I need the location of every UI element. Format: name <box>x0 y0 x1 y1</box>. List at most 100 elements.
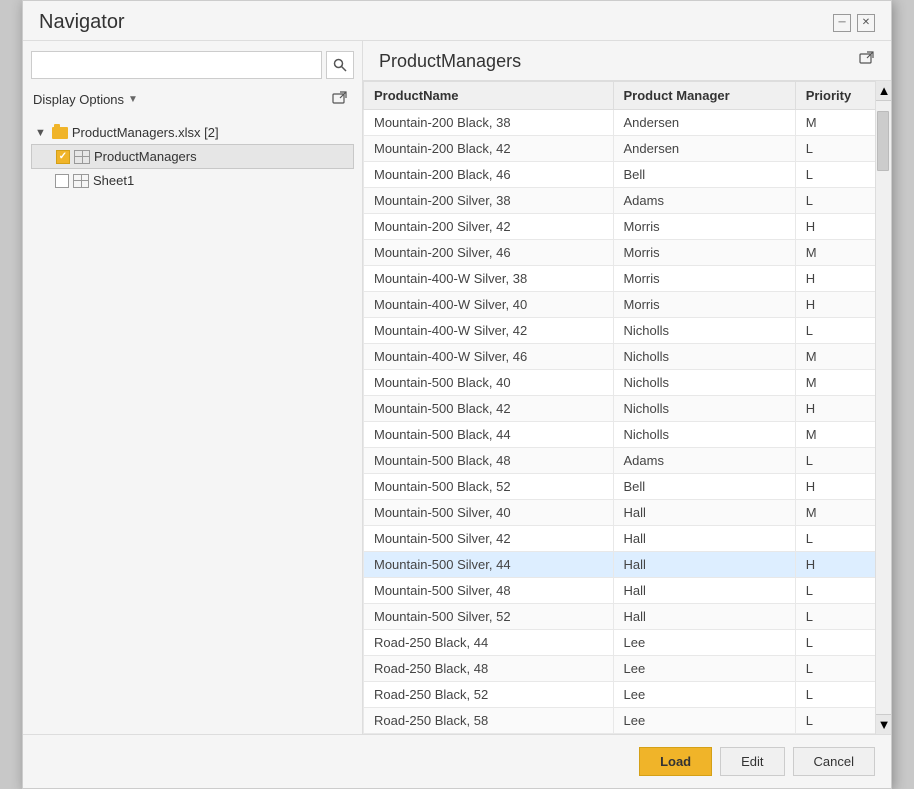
dialog-title: Navigator <box>39 11 125 34</box>
external-link-icon-right <box>859 51 875 67</box>
external-link-icon <box>332 91 348 107</box>
cell-product-name: Mountain-500 Silver, 52 <box>364 604 614 630</box>
table-icon <box>74 150 90 164</box>
table-row[interactable]: Mountain-200 Silver, 46MorrisM <box>364 240 891 266</box>
cell-product-name: Mountain-200 Black, 42 <box>364 136 614 162</box>
chevron-down-icon: ▼ <box>128 94 138 105</box>
cell-manager: Lee <box>613 656 795 682</box>
display-options-button[interactable]: Display Options ▼ <box>33 92 138 107</box>
web-view-button[interactable] <box>328 87 352 111</box>
table-row[interactable]: Mountain-500 Silver, 48HallL <box>364 578 891 604</box>
table-row[interactable]: Road-250 Black, 48LeeL <box>364 656 891 682</box>
load-button[interactable]: Load <box>639 747 712 776</box>
table-row[interactable]: Mountain-500 Black, 52BellH <box>364 474 891 500</box>
cell-manager: Hall <box>613 526 795 552</box>
cell-manager: Morris <box>613 266 795 292</box>
title-bar-controls: ─ ✕ <box>833 14 875 32</box>
scroll-up-button[interactable]: ▲ <box>876 81 891 101</box>
table-row[interactable]: Road-250 Black, 52LeeL <box>364 682 891 708</box>
cell-manager: Nicholls <box>613 318 795 344</box>
cell-product-name: Mountain-200 Black, 46 <box>364 162 614 188</box>
cell-product-name: Mountain-500 Silver, 42 <box>364 526 614 552</box>
search-icon-button[interactable] <box>326 51 354 79</box>
table-header-row: ProductName Product Manager Priority <box>364 82 891 110</box>
table-row[interactable]: Mountain-500 Black, 44NichollsM <box>364 422 891 448</box>
table-row[interactable]: Mountain-400-W Silver, 46NichollsM <box>364 344 891 370</box>
data-table-container[interactable]: ProductName Product Manager Priority Mou… <box>363 80 891 734</box>
cell-manager: Andersen <box>613 110 795 136</box>
cell-manager: Hall <box>613 578 795 604</box>
cell-product-name: Mountain-400-W Silver, 38 <box>364 266 614 292</box>
close-button[interactable]: ✕ <box>857 14 875 32</box>
cell-product-name: Road-250 Black, 52 <box>364 682 614 708</box>
cell-manager: Morris <box>613 214 795 240</box>
checkbox-product-managers[interactable] <box>56 150 70 164</box>
content-area: Display Options ▼ ▼ ProductManagers.xlsx <box>23 40 891 734</box>
display-options-row: Display Options ▼ <box>31 87 354 111</box>
tree-folder-item[interactable]: ▼ ProductManagers.xlsx [2] <box>31 121 354 144</box>
right-panel: ProductManagers ProductName Product Mana… <box>363 41 891 734</box>
table-row[interactable]: Mountain-200 Silver, 38AdamsL <box>364 188 891 214</box>
table-row[interactable]: Mountain-500 Black, 48AdamsL <box>364 448 891 474</box>
table-row[interactable]: Mountain-200 Black, 38AndersenM <box>364 110 891 136</box>
title-bar: Navigator ─ ✕ <box>23 1 891 40</box>
cell-manager: Nicholls <box>613 344 795 370</box>
cell-manager: Hall <box>613 500 795 526</box>
tree-item-label: Sheet1 <box>93 173 134 188</box>
cell-product-name: Mountain-400-W Silver, 40 <box>364 292 614 318</box>
cell-product-name: Mountain-500 Black, 48 <box>364 448 614 474</box>
table-row[interactable]: Mountain-400-W Silver, 40MorrisH <box>364 292 891 318</box>
cell-product-name: Road-250 Black, 44 <box>364 630 614 656</box>
preview-web-icon[interactable] <box>859 51 875 72</box>
cell-product-name: Mountain-500 Silver, 44 <box>364 552 614 578</box>
folder-icon <box>52 127 68 139</box>
preview-header: ProductManagers <box>363 51 891 80</box>
cell-product-name: Mountain-500 Black, 44 <box>364 422 614 448</box>
cell-manager: Morris <box>613 292 795 318</box>
cell-manager: Adams <box>613 188 795 214</box>
search-input[interactable] <box>31 51 322 79</box>
scroll-down-button[interactable]: ▼ <box>876 714 891 734</box>
table-row[interactable]: Mountain-500 Silver, 52HallL <box>364 604 891 630</box>
cell-manager: Morris <box>613 240 795 266</box>
cancel-button[interactable]: Cancel <box>793 747 875 776</box>
table-row[interactable]: Mountain-200 Black, 42AndersenL <box>364 136 891 162</box>
table-row[interactable]: Mountain-200 Black, 46BellL <box>364 162 891 188</box>
table-icon-sheet1 <box>73 174 89 188</box>
search-row <box>31 51 354 79</box>
cell-manager: Adams <box>613 448 795 474</box>
scrollbar[interactable]: ▲ ▼ <box>875 81 891 734</box>
bottom-bar: Load Edit Cancel <box>23 734 891 788</box>
table-row[interactable]: Mountain-500 Black, 42NichollsH <box>364 396 891 422</box>
table-row[interactable]: Mountain-400-W Silver, 42NichollsL <box>364 318 891 344</box>
left-panel: Display Options ▼ ▼ ProductManagers.xlsx <box>23 41 363 734</box>
tree-item-product-managers[interactable]: ProductManagers <box>31 144 354 169</box>
navigator-dialog: Navigator ─ ✕ Display Options ▼ <box>22 0 892 789</box>
cell-manager: Lee <box>613 682 795 708</box>
data-table: ProductName Product Manager Priority Mou… <box>363 81 891 734</box>
minimize-button[interactable]: ─ <box>833 14 851 32</box>
cell-product-name: Mountain-500 Black, 40 <box>364 370 614 396</box>
search-icon <box>333 58 347 72</box>
cell-manager: Nicholls <box>613 370 795 396</box>
table-row[interactable]: Road-250 Black, 44LeeL <box>364 630 891 656</box>
table-row[interactable]: Mountain-500 Silver, 40HallM <box>364 500 891 526</box>
table-row[interactable]: Mountain-200 Silver, 42MorrisH <box>364 214 891 240</box>
cell-product-name: Road-250 Black, 48 <box>364 656 614 682</box>
table-row[interactable]: Road-250 Black, 58LeeL <box>364 708 891 734</box>
scroll-track[interactable] <box>876 101 891 714</box>
table-row[interactable]: Mountain-500 Silver, 42HallL <box>364 526 891 552</box>
checkbox-sheet1[interactable] <box>55 174 69 188</box>
edit-button[interactable]: Edit <box>720 747 784 776</box>
cell-manager: Hall <box>613 604 795 630</box>
cell-product-name: Mountain-200 Black, 38 <box>364 110 614 136</box>
table-row[interactable]: Mountain-500 Black, 40NichollsM <box>364 370 891 396</box>
preview-title: ProductManagers <box>379 51 521 72</box>
cell-manager: Lee <box>613 708 795 734</box>
table-body: Mountain-200 Black, 38AndersenMMountain-… <box>364 110 891 734</box>
table-row[interactable]: Mountain-400-W Silver, 38MorrisH <box>364 266 891 292</box>
scroll-thumb[interactable] <box>877 111 889 171</box>
table-row[interactable]: Mountain-500 Silver, 44HallH <box>364 552 891 578</box>
tree-item-sheet1[interactable]: Sheet1 <box>31 169 354 192</box>
cell-product-name: Road-250 Black, 58 <box>364 708 614 734</box>
